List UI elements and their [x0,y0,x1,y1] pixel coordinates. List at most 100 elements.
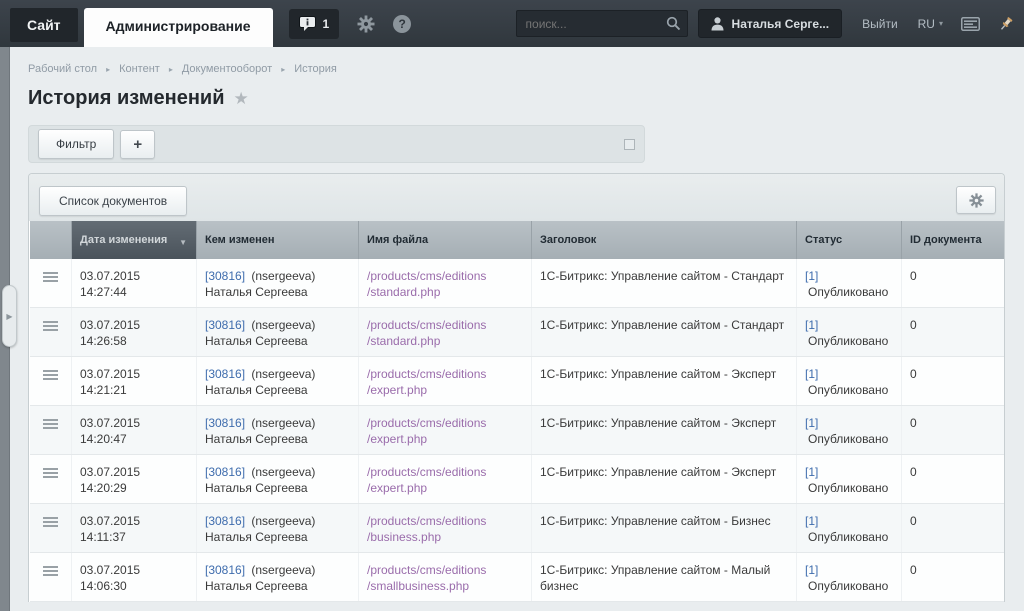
title-cell: 1С-Битрикс: Управление сайтом - Эксперт [532,357,797,406]
file-cell: /products/cms/editions /expert.php [359,357,532,406]
title-cell: 1С-Битрикс: Управление сайтом - Стандарт [532,259,797,308]
column-header-title[interactable]: Заголовок [532,221,797,259]
notification-count: 1 [323,17,330,31]
file-path-link[interactable]: /products/cms/editions [367,367,486,381]
file-name-link[interactable]: /expert.php [367,432,427,446]
search-icon[interactable] [666,16,681,31]
date-value: 03.07.2015 [80,513,188,529]
column-label-date: Дата изменения [80,234,167,246]
user-login: (nsergeeva) [251,269,315,283]
column-header-user[interactable]: Кем изменен [197,221,359,259]
add-filter-button[interactable]: + [120,130,155,159]
filter-panel: Фильтр + [28,125,645,163]
user-id-link[interactable]: [30816] [205,563,245,577]
status-id-link[interactable]: [1] [805,465,818,479]
user-login: (nsergeeva) [251,563,315,577]
title-cell: 1С-Битрикс: Управление сайтом - Эксперт [532,406,797,455]
tab-administration[interactable]: Администрирование [84,8,273,47]
filter-collapse-icon[interactable] [624,139,635,150]
grid-body: 03.07.2015 14:27:44 [30816] (nsergeeva) … [30,259,1006,602]
status-label: Опубликовано [808,579,888,593]
breadcrumb-desktop[interactable]: Рабочий стол [28,63,97,75]
user-id-link[interactable]: [30816] [205,318,245,332]
status-id-link[interactable]: [1] [805,318,818,332]
breadcrumb-content[interactable]: Контент [119,63,160,75]
user-id-link[interactable]: [30816] [205,465,245,479]
status-id-link[interactable]: [1] [805,367,818,381]
file-path-link[interactable]: /products/cms/editions [367,269,486,283]
row-handle-cell [30,553,72,602]
file-name-link[interactable]: /standard.php [367,285,440,299]
status-id-link[interactable]: [1] [805,269,818,283]
row-menu-icon[interactable] [43,272,58,282]
breadcrumb-separator-icon: ▸ [106,65,110,74]
file-name-link[interactable]: /expert.php [367,383,427,397]
user-fullname: Наталья Сергеева [205,333,350,349]
current-user-button[interactable]: Наталья Серге... [698,9,843,38]
user-id-link[interactable]: [30816] [205,514,245,528]
document-list-tab[interactable]: Список документов [39,186,187,216]
row-menu-icon[interactable] [43,566,58,576]
title-cell: 1С-Битрикс: Управление сайтом - Бизнес [532,504,797,553]
date-cell: 03.07.2015 14:20:29 [72,455,197,504]
row-menu-icon[interactable] [43,370,58,380]
status-id-link[interactable]: [1] [805,514,818,528]
doc-id-cell: 0 [902,455,1006,504]
column-header-status[interactable]: Статус [797,221,902,259]
time-value: 14:20:47 [80,431,188,447]
user-cell: [30816] (nsergeeva) Наталья Сергеева [197,504,359,553]
favorite-star-icon[interactable]: ★ [234,89,249,109]
row-menu-icon[interactable] [43,468,58,478]
user-cell: [30816] (nsergeeva) Наталья Сергеева [197,308,359,357]
file-path-link[interactable]: /products/cms/editions [367,318,486,332]
pin-panel-button[interactable] [998,16,1014,32]
column-header-id[interactable]: ID документа [902,221,1006,259]
language-selector[interactable]: RU ▾ [918,17,943,31]
settings-gear-button[interactable] [357,15,375,33]
file-name-link[interactable]: /business.php [367,530,441,544]
title-cell: 1С-Битрикс: Управление сайтом - Стандарт [532,308,797,357]
date-value: 03.07.2015 [80,317,188,333]
file-name-link[interactable]: /standard.php [367,334,440,348]
file-path-link[interactable]: /products/cms/editions [367,563,486,577]
help-button[interactable]: ? [393,15,411,33]
user-name: Наталья Серге... [732,17,830,31]
file-cell: /products/cms/editions /smallbusiness.ph… [359,553,532,602]
tab-site[interactable]: Сайт [10,8,78,42]
sidebar-expand-handle[interactable]: ▶ [2,285,17,347]
row-menu-icon[interactable] [43,321,58,331]
user-id-link[interactable]: [30816] [205,367,245,381]
file-name-link[interactable]: /expert.php [367,481,427,495]
breadcrumb-separator-icon: ▸ [169,65,173,74]
status-id-link[interactable]: [1] [805,563,818,577]
user-id-link[interactable]: [30816] [205,269,245,283]
date-cell: 03.07.2015 14:26:58 [72,308,197,357]
row-menu-icon[interactable] [43,419,58,429]
file-cell: /products/cms/editions /standard.php [359,259,532,308]
user-fullname: Наталья Сергеева [205,382,350,398]
column-header-date[interactable]: Дата изменения ▼ [72,221,197,259]
notifications-button[interactable]: 1 [289,9,340,39]
language-label: RU [918,17,935,31]
logout-link[interactable]: Выйти [862,17,898,31]
file-path-link[interactable]: /products/cms/editions [367,514,486,528]
user-id-link[interactable]: [30816] [205,416,245,430]
user-fullname: Наталья Сергеева [205,284,350,300]
column-header-file[interactable]: Имя файла [359,221,532,259]
file-name-link[interactable]: /smallbusiness.php [367,579,469,593]
user-fullname: Наталья Сергеева [205,578,350,594]
filter-button[interactable]: Фильтр [38,129,114,159]
date-value: 03.07.2015 [80,366,188,382]
grid-settings-button[interactable] [956,186,996,214]
file-path-link[interactable]: /products/cms/editions [367,465,486,479]
row-menu-icon[interactable] [43,517,58,527]
search-input[interactable] [516,10,688,37]
sort-desc-icon[interactable]: ▼ [179,236,187,249]
date-value: 03.07.2015 [80,464,188,480]
file-path-link[interactable]: /products/cms/editions [367,416,486,430]
hotkeys-panel-button[interactable] [961,17,980,31]
doc-id-cell: 0 [902,406,1006,455]
date-value: 03.07.2015 [80,268,188,284]
status-id-link[interactable]: [1] [805,416,818,430]
breadcrumb-workflow[interactable]: Документооборот [182,63,272,75]
